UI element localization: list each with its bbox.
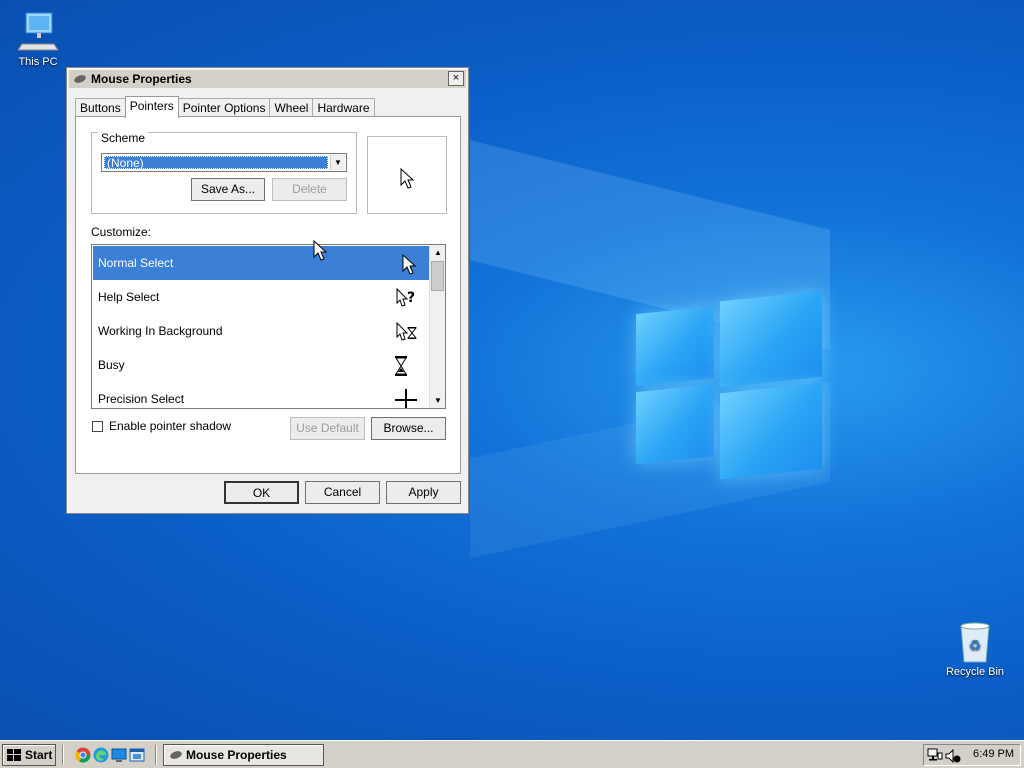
tab-strip: Buttons Pointers Pointer Options Wheel H… <box>75 96 375 118</box>
taskbar: Start Mouse Properties 6:49 PM <box>0 740 1024 768</box>
recycle-bin-desktop-icon[interactable]: ♻ Recycle Bin <box>940 620 1010 678</box>
cursor-list[interactable]: Normal Select Help Select ? Working In B… <box>91 244 446 409</box>
list-item[interactable]: Working In Background <box>93 314 429 348</box>
save-as-button[interactable]: Save As... <box>191 178 265 201</box>
delete-button[interactable]: Delete <box>272 178 347 201</box>
scheme-dropdown[interactable]: (None) ▼ <box>101 153 347 172</box>
pointers-tab-page: (None) ▼ Save As... Delete Scheme Custom… <box>75 116 461 474</box>
recycle-bin-label: Recycle Bin <box>945 666 1005 678</box>
enable-pointer-shadow-checkbox[interactable] <box>92 421 103 432</box>
svg-text:?: ? <box>407 290 415 306</box>
help-cursor-icon: ? <box>396 287 415 307</box>
scroll-thumb[interactable] <box>431 261 444 291</box>
this-pc-label: This PC <box>18 56 58 68</box>
chevron-down-icon[interactable]: ▼ <box>330 155 345 170</box>
start-label: Start <box>25 748 53 762</box>
mouse-icon <box>74 75 86 83</box>
mouse-pointer-icon <box>313 240 328 261</box>
list-item[interactable]: Help Select ? <box>93 280 429 314</box>
working-cursor-icon <box>396 321 417 341</box>
scroll-up-icon[interactable]: ▲ <box>430 245 445 260</box>
customize-label: Customize: <box>91 225 152 239</box>
volume-icon[interactable] <box>945 749 961 763</box>
start-button[interactable]: Start <box>2 744 56 766</box>
crosshair-cursor-icon <box>395 389 417 408</box>
browse-button[interactable]: Browse... <box>371 417 446 440</box>
tab-pointers[interactable]: Pointers <box>124 96 179 118</box>
taskbar-separator <box>155 745 157 765</box>
close-button[interactable]: × <box>448 71 464 86</box>
list-item-label: Precision Select <box>98 392 185 406</box>
list-scrollbar[interactable]: ▲ ▼ <box>429 245 445 408</box>
scroll-down-icon[interactable]: ▼ <box>430 393 445 408</box>
computer-icon <box>17 12 59 51</box>
taskbar-item-mouse-properties[interactable]: Mouse Properties <box>163 744 324 766</box>
list-item[interactable]: Busy <box>93 348 429 382</box>
dialog-title: Mouse Properties <box>91 72 192 86</box>
desktop-icon[interactable] <box>111 747 127 763</box>
cursor-preview <box>367 136 447 214</box>
mouse-properties-dialog: Mouse Properties × Buttons Pointers Poin… <box>66 67 469 514</box>
list-item-label: Help Select <box>98 290 160 304</box>
use-default-button[interactable]: Use Default <box>290 417 365 440</box>
clock[interactable]: 6:49 PM <box>973 748 1014 760</box>
enable-pointer-shadow-label[interactable]: Enable pointer shadow <box>109 419 231 433</box>
list-item[interactable]: Precision Select <box>93 382 429 408</box>
hourglass-cursor-icon <box>395 356 407 376</box>
this-pc-desktop-icon[interactable]: This PC <box>3 10 73 68</box>
windows-logo <box>636 290 822 480</box>
network-window-icon[interactable] <box>129 747 145 763</box>
arrow-cursor-icon <box>400 168 415 189</box>
mouse-icon <box>170 751 182 759</box>
ok-button[interactable]: OK <box>224 481 299 504</box>
tab-buttons[interactable]: Buttons <box>75 98 126 118</box>
taskbar-item-label: Mouse Properties <box>186 748 287 762</box>
cancel-button[interactable]: Cancel <box>305 481 380 504</box>
chrome-icon[interactable] <box>75 747 91 763</box>
recycle-bin-icon: ♻ <box>960 622 990 663</box>
scheme-selected-value: (None) <box>104 156 328 170</box>
list-item[interactable]: Normal Select <box>93 246 429 280</box>
scheme-label: Scheme <box>98 131 149 145</box>
edge-icon[interactable] <box>93 747 109 763</box>
tab-hardware[interactable]: Hardware <box>312 98 375 118</box>
tab-pointer-options[interactable]: Pointer Options <box>177 98 271 118</box>
system-tray: 6:49 PM <box>923 744 1021 766</box>
network-icon[interactable] <box>927 748 943 762</box>
list-item-label: Working In Background <box>98 324 223 338</box>
list-item-label: Busy <box>98 358 125 372</box>
list-item-label: Normal Select <box>98 256 174 270</box>
svg-text:♻: ♻ <box>969 638 982 654</box>
tab-wheel[interactable]: Wheel <box>269 98 314 118</box>
arrow-cursor-icon <box>402 253 417 275</box>
taskbar-separator <box>62 745 64 765</box>
dialog-titlebar[interactable]: Mouse Properties × <box>69 70 466 88</box>
windows-flag-icon <box>7 749 21 761</box>
apply-button[interactable]: Apply <box>386 481 461 504</box>
